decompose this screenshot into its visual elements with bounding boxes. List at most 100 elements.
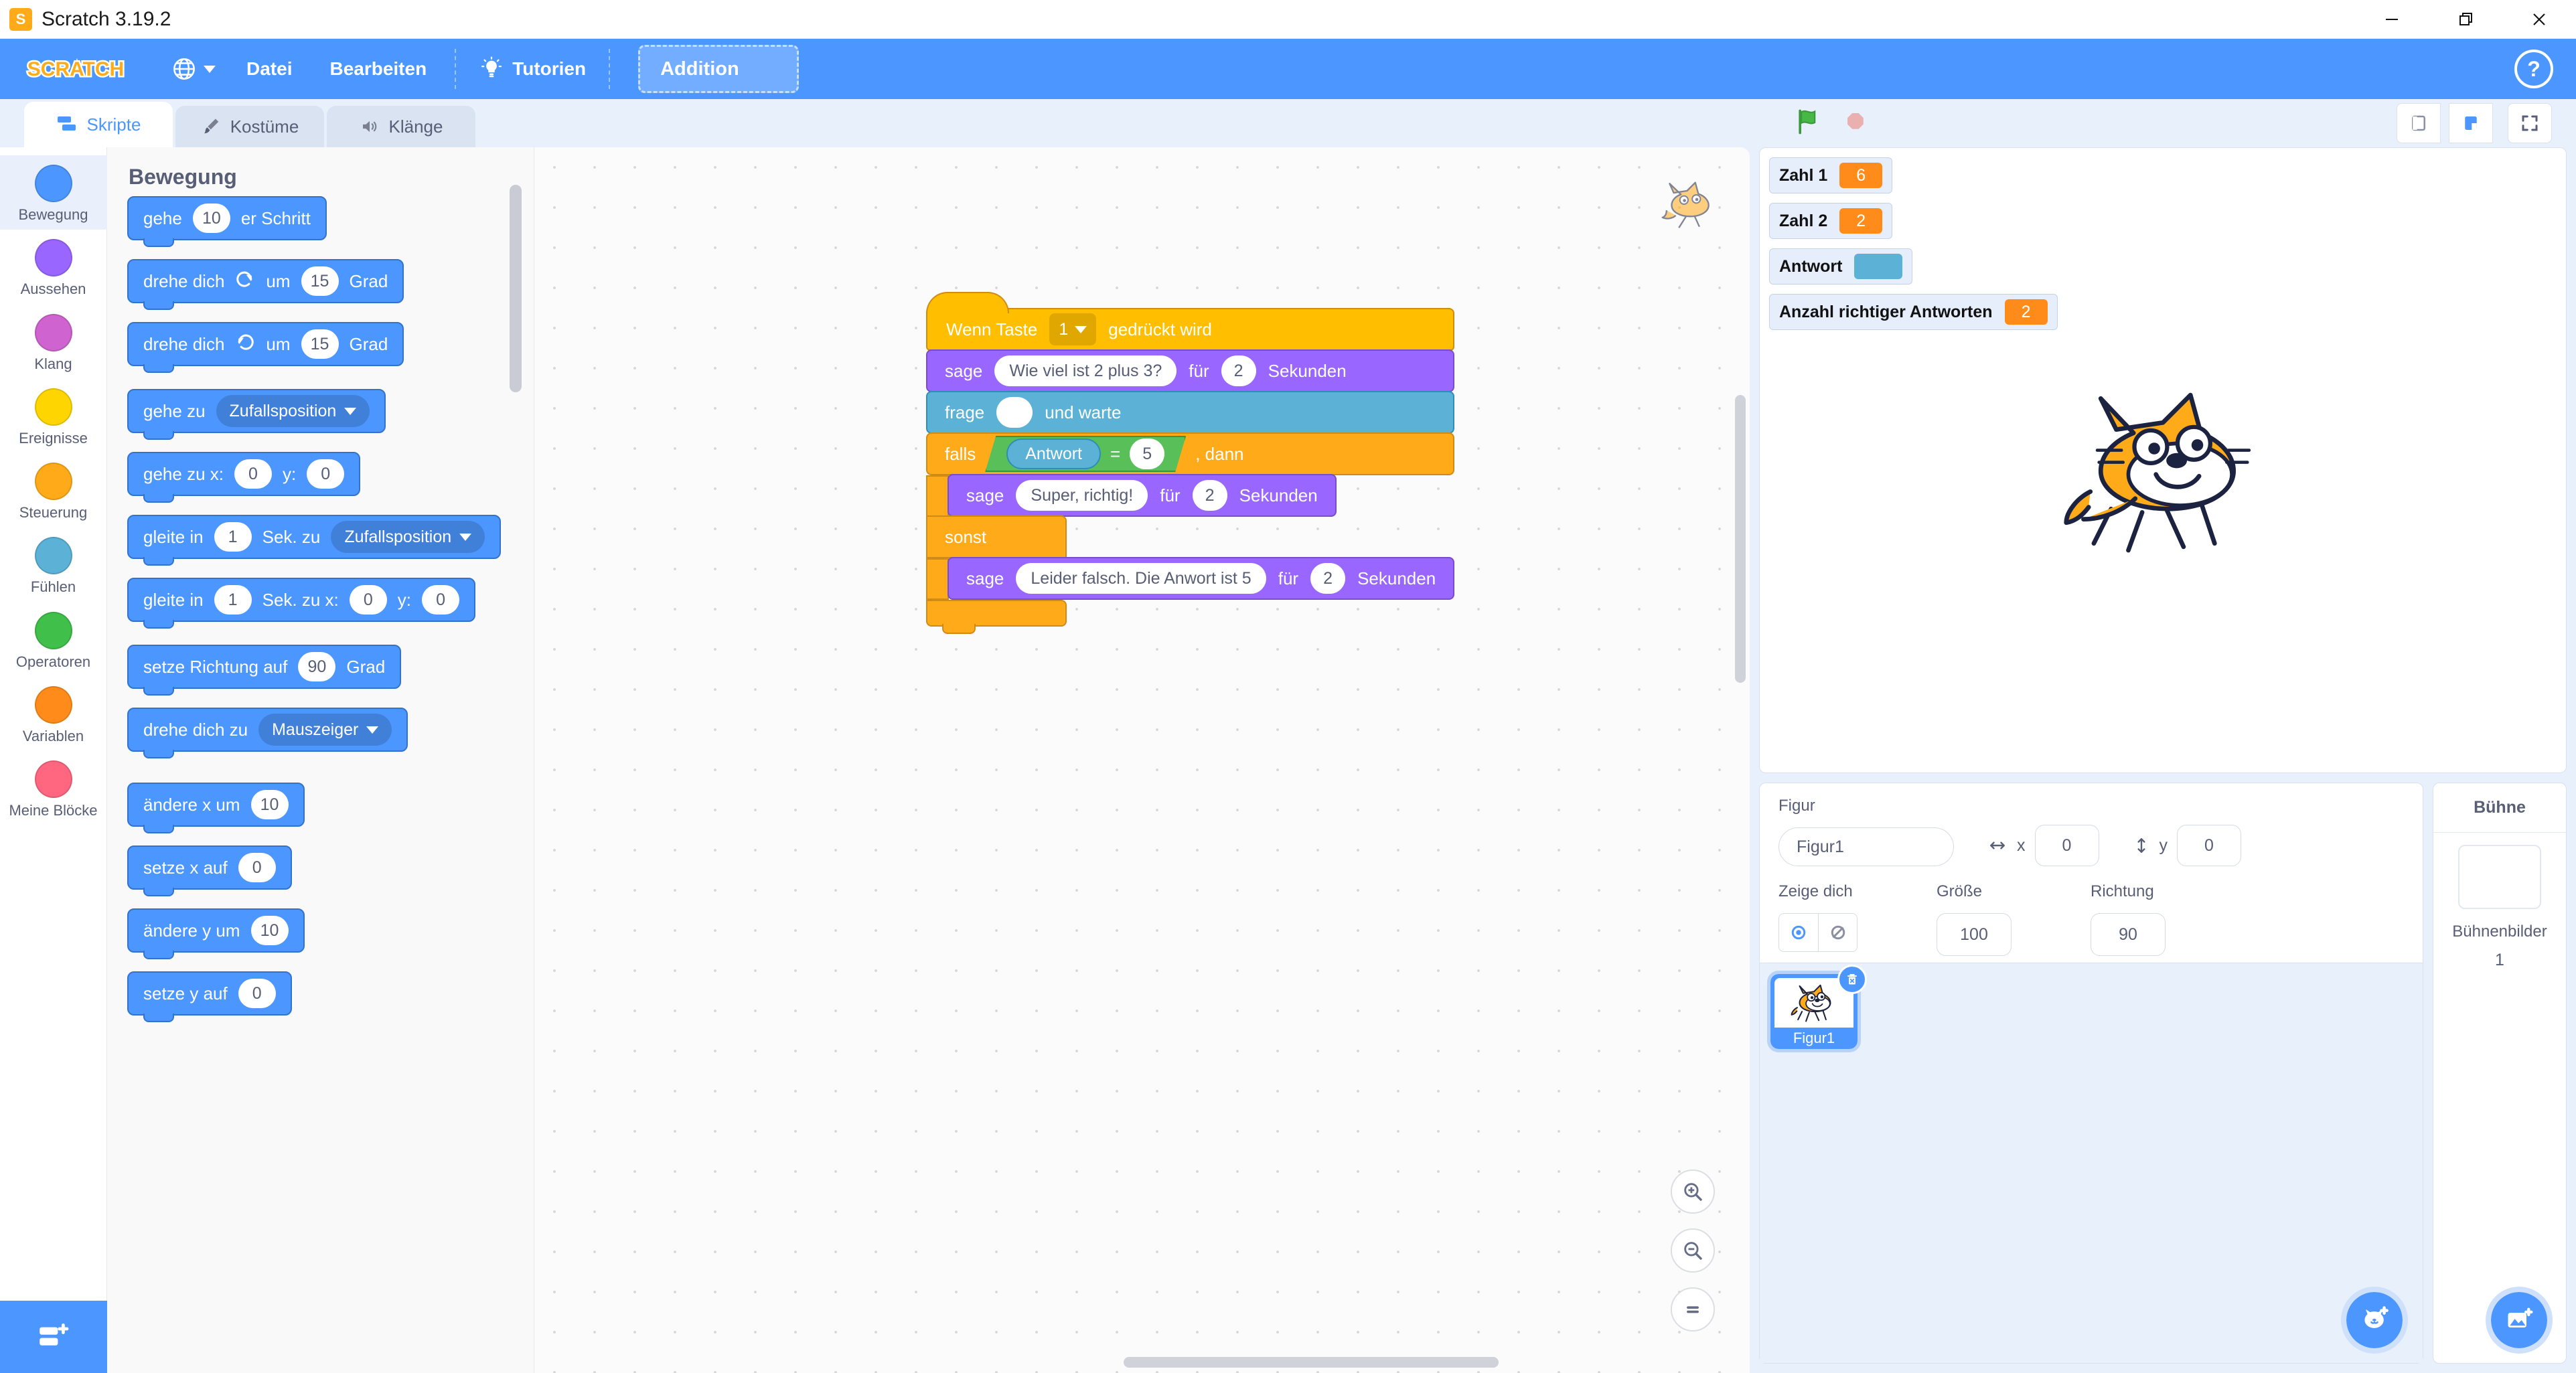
palette-block-goto-xy[interactable]: gehe zu x: 0 y: 0	[127, 452, 361, 503]
monitor-anzahl-richtiger-antworten[interactable]: Anzahl richtiger Antworten 2	[1769, 294, 2058, 330]
say-text-input[interactable]: Wie viel ist 2 plus 3?	[994, 355, 1177, 386]
palette-block-change-y[interactable]: ändere y um 10	[127, 908, 305, 959]
category-aussehen[interactable]: Aussehen	[0, 230, 107, 304]
canvas-horizontal-scrollbar[interactable]	[1124, 1357, 1499, 1368]
say-text-input[interactable]: Leider falsch. Die Anwort ist 5	[1016, 563, 1266, 594]
block-number-input[interactable]: 0	[238, 853, 276, 882]
monitor-zahl-1[interactable]: Zahl 1 6	[1769, 157, 1893, 193]
ask-text-input[interactable]	[996, 397, 1033, 428]
key-dropdown[interactable]: 1	[1049, 313, 1097, 345]
operator-value-input[interactable]: 5	[1130, 438, 1164, 469]
stage-backdrop-thumbnail[interactable]	[2458, 845, 2541, 909]
block-palette[interactable]: Bewegung gehe 10 er Schritt drehe dich u…	[107, 147, 534, 1373]
sprite-x-input[interactable]: 0	[2034, 825, 2099, 866]
block-number-input-x[interactable]: 0	[349, 585, 387, 615]
palette-block-set-x[interactable]: setze x auf 0	[127, 845, 292, 896]
menu-file[interactable]: Datei	[228, 49, 311, 89]
block-dropdown[interactable]: Zufallsposition	[331, 521, 485, 553]
block-number-input[interactable]: 0	[238, 979, 276, 1008]
tab-skripte[interactable]: Skripte	[24, 102, 173, 147]
say-seconds-input[interactable]: 2	[1192, 480, 1227, 511]
green-flag-button[interactable]	[1794, 107, 1823, 140]
add-sprite-button[interactable]	[2341, 1287, 2408, 1354]
maximize-restore-button[interactable]	[2429, 0, 2502, 39]
block-say-wrong[interactable]: sage Leider falsch. Die Anwort ist 5 für…	[948, 557, 1455, 600]
sprite-direction-input[interactable]: 90	[2091, 913, 2166, 956]
say-text-input[interactable]: Super, richtig!	[1016, 480, 1148, 511]
block-number-input[interactable]: 10	[250, 790, 289, 819]
palette-block-glide-to[interactable]: gleite in 1 Sek. zu Zufallsposition	[127, 515, 502, 566]
large-stage-button[interactable]	[2449, 103, 2493, 143]
monitor-zahl-2[interactable]: Zahl 2 2	[1769, 203, 1893, 239]
block-dropdown[interactable]: Zufallsposition	[216, 395, 370, 427]
minimize-button[interactable]	[2355, 0, 2429, 39]
delete-sprite-button[interactable]	[1837, 965, 1867, 994]
category-ereignisse[interactable]: Ereignisse	[0, 379, 107, 453]
monitor-antwort[interactable]: Antwort	[1769, 248, 1913, 285]
menu-tutorials[interactable]: Tutorien	[465, 49, 599, 89]
palette-block-move-steps[interactable]: gehe 10 er Schritt	[127, 196, 327, 247]
tab-kostueme[interactable]: Kostüme	[175, 106, 324, 147]
category-steuerung[interactable]: Steuerung	[0, 453, 107, 528]
add-extension-button[interactable]	[0, 1301, 107, 1373]
stage-sprite-figur1[interactable]	[2056, 382, 2270, 564]
block-dropdown[interactable]: Mauszeiger	[258, 714, 392, 746]
code-canvas[interactable]: Wenn Taste 1 gedrückt wird sage Wie viel…	[534, 147, 1750, 1373]
add-backdrop-button[interactable]	[2486, 1287, 2553, 1354]
block-number-input[interactable]: 10	[250, 916, 289, 945]
tab-klaenge[interactable]: Klänge	[327, 106, 475, 147]
category-operatoren[interactable]: Operatoren	[0, 602, 107, 677]
block-number-input[interactable]: 1	[214, 585, 252, 615]
zoom-in-button[interactable]	[1671, 1169, 1715, 1214]
palette-block-change-x[interactable]: ändere x um 10	[127, 783, 305, 833]
block-number-input-x[interactable]: 0	[234, 459, 272, 489]
block-number-input[interactable]: 1	[214, 522, 252, 552]
operator-equals[interactable]: Antwort = 5	[985, 436, 1186, 472]
category-bewegung[interactable]: Bewegung	[0, 155, 107, 230]
palette-block-point-direction[interactable]: setze Richtung auf 90 Grad	[127, 645, 402, 696]
sprite-size-input[interactable]: 100	[1937, 913, 2012, 956]
say-seconds-input[interactable]: 2	[1221, 355, 1256, 386]
palette-block-goto[interactable]: gehe zu Zufallsposition	[127, 389, 386, 440]
category-fuehlen[interactable]: Fühlen	[0, 528, 107, 602]
menu-edit[interactable]: Bearbeiten	[311, 49, 445, 89]
stage[interactable]: Zahl 1 6 Zahl 2 2 Antwort Anzahl richtig…	[1759, 147, 2567, 773]
block-number-input[interactable]: 15	[301, 329, 339, 359]
category-meine-bloecke[interactable]: Meine Blöcke	[0, 751, 107, 825]
help-button[interactable]: ?	[2514, 50, 2553, 88]
block-number-input-y[interactable]: 0	[422, 585, 460, 615]
stop-button[interactable]	[1841, 107, 1870, 140]
palette-block-glide-xy[interactable]: gleite in 1 Sek. zu x: 0 y: 0	[127, 578, 476, 629]
sprite-y-input[interactable]: 0	[2177, 825, 2241, 866]
palette-block-turn-right[interactable]: drehe dich um 15 Grad	[127, 259, 404, 310]
block-number-input[interactable]: 15	[301, 266, 339, 296]
scratch-logo[interactable]: SCRATCH	[19, 52, 133, 86]
fullscreen-button[interactable]	[2508, 103, 2552, 143]
category-klang[interactable]: Klang	[0, 305, 107, 379]
canvas-vertical-scrollbar[interactable]	[1735, 395, 1746, 683]
block-number-input[interactable]: 90	[298, 652, 336, 681]
block-say-correct[interactable]: sage Super, richtig! für 2 Sekunden	[948, 474, 1337, 517]
project-name-input[interactable]: Addition	[638, 45, 800, 93]
block-say-for-seconds[interactable]: sage Wie viel ist 2 plus 3? für 2 Sekund…	[926, 349, 1455, 392]
small-stage-button[interactable]	[2397, 103, 2441, 143]
zoom-out-button[interactable]	[1671, 1228, 1715, 1273]
hide-sprite-button[interactable]	[1818, 914, 1857, 951]
block-if-else[interactable]: falls Antwort = 5 , dann sage Super, ric…	[926, 432, 1455, 634]
palette-scrollbar[interactable]	[510, 185, 522, 392]
block-number-input-y[interactable]: 0	[307, 459, 345, 489]
block-number-input[interactable]: 10	[192, 204, 230, 233]
close-button[interactable]	[2502, 0, 2576, 39]
sprite-list-item-figur1[interactable]: Figur1	[1767, 965, 1867, 1052]
block-ask-and-wait[interactable]: frage und warte	[926, 391, 1455, 434]
reporter-answer[interactable]: Antwort	[1006, 438, 1101, 469]
palette-block-set-y[interactable]: setze y auf 0	[127, 971, 292, 1022]
category-variablen[interactable]: Variablen	[0, 677, 107, 751]
sprite-name-input[interactable]: Figur1	[1778, 827, 1954, 866]
language-selector[interactable]	[159, 49, 228, 89]
block-when-key-pressed[interactable]: Wenn Taste 1 gedrückt wird	[926, 292, 1455, 351]
script-stack[interactable]: Wenn Taste 1 gedrückt wird sage Wie viel…	[926, 292, 1455, 634]
zoom-reset-button[interactable]	[1671, 1287, 1715, 1331]
palette-block-point-towards[interactable]: drehe dich zu Mauszeiger	[127, 708, 408, 758]
palette-block-turn-left[interactable]: drehe dich um 15 Grad	[127, 322, 404, 373]
